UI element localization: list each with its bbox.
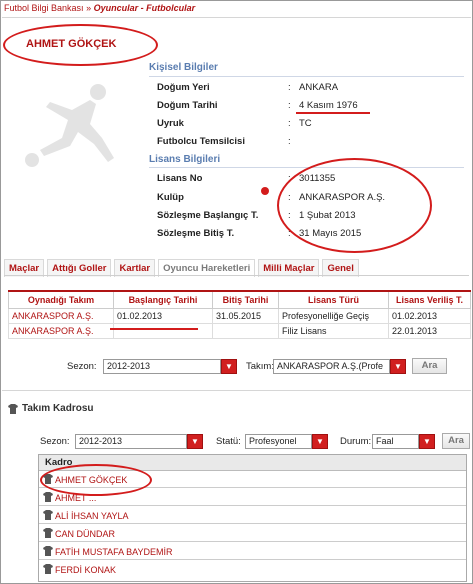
chevron-down-icon[interactable]: ▼ — [221, 359, 237, 374]
annotation-circle-name — [3, 24, 158, 66]
status-select[interactable]: Profesyonel — [245, 434, 312, 449]
table-row: ANKARASPOR A.Ş. Filiz Lisans 22.01.2013 — [8, 323, 471, 339]
table-header-row: Oynadığı Takım Başlangıç Tarihi Bitiş Ta… — [8, 290, 471, 309]
squad-title: Takım Kadrosu — [22, 403, 94, 414]
annotation-dot — [261, 187, 269, 195]
state-label: Durum: — [340, 436, 372, 447]
tab-divider — [4, 275, 469, 276]
shirt-icon — [43, 492, 53, 502]
table-cell-team[interactable]: ANKARASPOR A.Ş. — [8, 308, 114, 324]
table-cell: 22.01.2013 — [388, 323, 471, 339]
personal-info-divider — [149, 76, 464, 77]
colon: : — [288, 118, 291, 129]
table-cell: 31.05.2015 — [212, 308, 279, 324]
colon: : — [288, 100, 291, 111]
breadcrumb: Futbol Bilgi Bankası » Oyuncular - Futbo… — [4, 3, 195, 13]
header-divider — [2, 17, 471, 18]
section-divider — [2, 390, 471, 391]
team-select[interactable]: ANKARASPOR A.Ş.(Profe — [273, 359, 390, 374]
table-cell — [113, 323, 213, 339]
table-cell: Filiz Lisans — [278, 323, 389, 339]
list-item[interactable]: CAN DÜNDAR — [39, 526, 466, 542]
shirt-icon — [43, 510, 53, 520]
field-label-contract-start: Sözleşme Başlangıç T. — [157, 210, 259, 221]
shirt-icon — [43, 528, 53, 538]
player-link[interactable]: FATİH MUSTAFA BAYDEMİR — [55, 547, 173, 557]
table-row: ANKARASPOR A.Ş. 01.02.2013 31.05.2015 Pr… — [8, 308, 471, 324]
search-button[interactable]: Ara — [412, 358, 447, 374]
license-info-title: Lisans Bilgileri — [149, 154, 221, 165]
squad-season-select[interactable]: 2012-2013 — [75, 434, 187, 449]
table-header-cell: Lisans Türü — [278, 290, 389, 309]
annotation-circle-squad — [40, 464, 152, 496]
field-label-nationality: Uyruk — [157, 118, 184, 129]
player-link[interactable]: CAN DÜNDAR — [55, 529, 115, 539]
table-header-cell: Lisans Veriliş T. — [388, 290, 471, 309]
colon: : — [288, 136, 291, 147]
field-value-nationality: TC — [299, 118, 312, 129]
season-label: Sezon: — [67, 361, 97, 372]
list-item[interactable]: ALİ İHSAN YAYLA — [39, 508, 466, 524]
player-link[interactable]: ALİ İHSAN YAYLA — [55, 511, 129, 521]
player-silhouette-image — [25, 84, 114, 167]
colon: : — [288, 82, 291, 93]
status-label: Statü: — [216, 436, 241, 447]
field-label-club: Kulüp — [157, 192, 184, 203]
annotation-circle-license — [277, 158, 432, 253]
breadcrumb-separator: » — [86, 3, 92, 13]
state-select[interactable]: Faal — [372, 434, 419, 449]
breadcrumb-root-link[interactable]: Futbol Bilgi Bankası — [4, 3, 84, 13]
field-label-birthplace: Doğum Yeri — [157, 82, 210, 93]
annotation-underline-start-date — [110, 328, 198, 330]
chevron-down-icon[interactable]: ▼ — [187, 434, 203, 449]
table-cell: 01.02.2013 — [388, 308, 471, 324]
table-cell: 01.02.2013 — [113, 308, 213, 324]
table-cell: Profesyonelliğe Geçiş — [278, 308, 389, 324]
chevron-down-icon[interactable]: ▼ — [390, 359, 406, 374]
season-select[interactable]: 2012-2013 — [103, 359, 221, 374]
table-cell — [212, 323, 279, 339]
personal-info-title: Kişisel Bilgiler — [149, 62, 218, 73]
shirt-icon — [43, 564, 53, 574]
list-item[interactable]: FERDİ KONAK — [39, 562, 466, 578]
shirt-icon — [8, 404, 18, 414]
chevron-down-icon[interactable]: ▼ — [312, 434, 328, 449]
squad-season-label: Sezon: — [40, 436, 70, 447]
license-history-table: Oynadığı Takım Başlangıç Tarihi Bitiş Ta… — [8, 290, 471, 339]
chevron-down-icon[interactable]: ▼ — [419, 434, 435, 449]
team-label: Takım: — [246, 361, 274, 372]
list-item[interactable]: FATİH MUSTAFA BAYDEMİR — [39, 544, 466, 560]
table-header-cell: Bitiş Tarihi — [212, 290, 279, 309]
field-label-agent: Futbolcu Temsilcisi — [157, 136, 245, 147]
field-label-contract-end: Sözleşme Bitiş T. — [157, 228, 235, 239]
annotation-underline-birthdate — [296, 112, 370, 114]
table-cell-team[interactable]: ANKARASPOR A.Ş. — [8, 323, 114, 339]
breadcrumb-current: Oyuncular - Futbolcular — [93, 3, 196, 13]
table-header-cell: Başlangıç Tarihi — [113, 290, 213, 309]
field-label-license-no: Lisans No — [157, 173, 203, 184]
table-header-cell: Oynadığı Takım — [8, 290, 114, 309]
field-label-birthdate: Doğum Tarihi — [157, 100, 218, 111]
field-value-birthdate: 4 Kasım 1976 — [299, 100, 358, 111]
field-value-birthplace: ANKARA — [299, 82, 339, 93]
shirt-icon — [43, 546, 53, 556]
squad-search-button[interactable]: Ara — [442, 433, 470, 449]
player-link[interactable]: FERDİ KONAK — [55, 565, 116, 575]
